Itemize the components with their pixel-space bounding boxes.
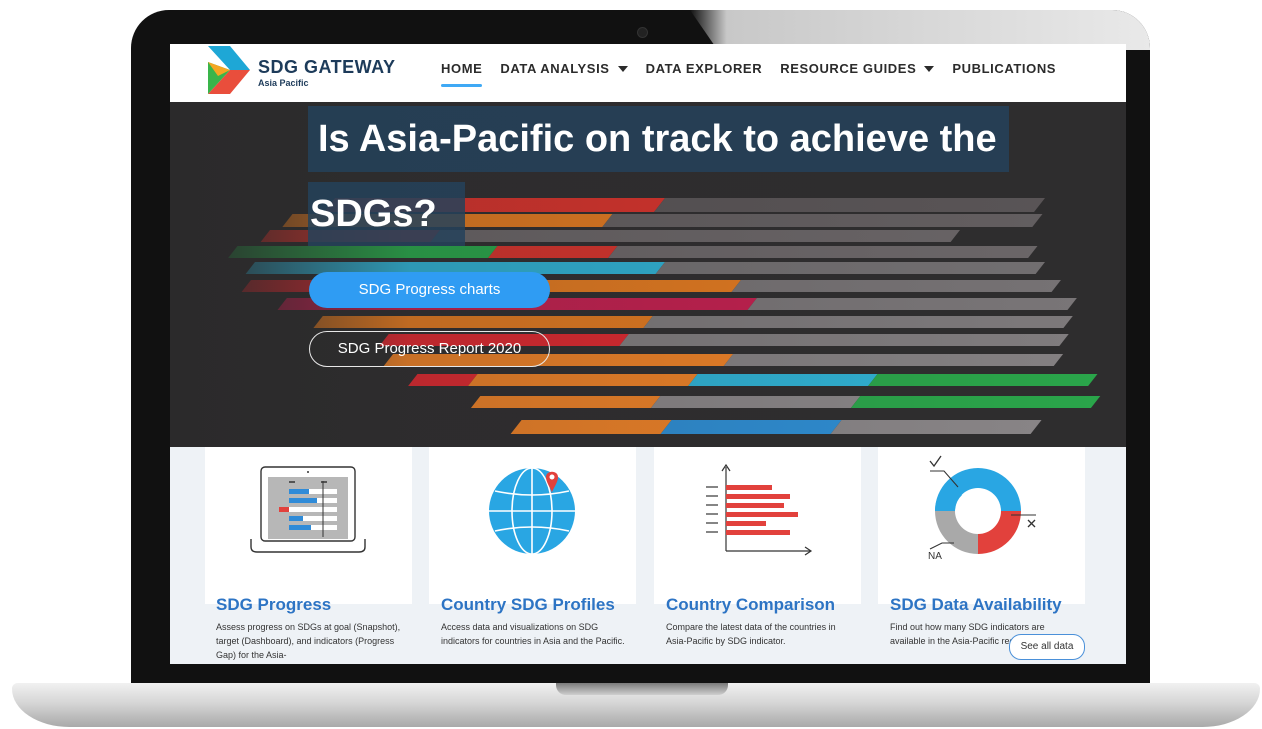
- hero-title-line-1: Is Asia-Pacific on track to achieve the: [308, 106, 1009, 172]
- sdg-gateway-logo-icon[interactable]: [208, 46, 250, 94]
- see-all-data-button[interactable]: See all data: [1009, 634, 1085, 660]
- nav-data-explorer-label: DATA EXPLORER: [645, 61, 763, 76]
- donut-chart-icon: [929, 455, 1036, 554]
- card-country-comparison[interactable]: [654, 447, 861, 604]
- nav-home[interactable]: HOME: [441, 61, 483, 87]
- nav-data-explorer[interactable]: DATA EXPLORER: [646, 61, 763, 76]
- nav-resource-guides-label: RESOURCE GUIDES: [780, 61, 917, 76]
- chevron-down-icon: [617, 65, 628, 72]
- nav-data-analysis-label: DATA ANALYSIS: [500, 61, 610, 76]
- chevron-down-icon: [924, 65, 935, 72]
- laptop-notch: [556, 683, 728, 695]
- card-sdg-progress-description: Assess progress on SDGs at goal (Snapsho…: [216, 622, 401, 660]
- sdg-progress-charts-button[interactable]: SDG Progress charts: [309, 272, 550, 308]
- card-country-sdg-profiles-description: Access data and visualizations on SDG in…: [441, 622, 625, 646]
- nav-home-label: HOME: [441, 61, 483, 76]
- nav-publications-label: PUBLICATIONS: [952, 61, 1057, 76]
- hero-title-line-2: SDGs?: [308, 182, 465, 246]
- nav-data-analysis[interactable]: DATA ANALYSIS: [500, 61, 628, 76]
- globe-pin-icon: [489, 467, 575, 555]
- donut-na-label: NA: [928, 551, 942, 562]
- card-country-sdg-profiles[interactable]: [429, 447, 636, 604]
- card-sdg-progress[interactable]: [205, 447, 412, 604]
- feature-cards: SDG Progress Assess progress on SDGs at …: [170, 447, 1126, 664]
- sdg-progress-report-button[interactable]: SDG Progress Report 2020: [309, 331, 550, 367]
- card-country-sdg-profiles-title[interactable]: Country SDG Profiles: [441, 595, 615, 615]
- laptop-bar-chart-icon: [250, 466, 366, 553]
- site-logo-subtitle: Asia Pacific: [258, 78, 309, 88]
- horizontal-bar-chart-icon: [706, 463, 813, 556]
- webcam-icon: [637, 27, 648, 38]
- card-country-comparison-description: Compare the latest data of the countries…: [666, 622, 836, 646]
- site-header: SDG GATEWAY Asia Pacific HOME DATA ANALY…: [170, 44, 1126, 102]
- card-sdg-data-availability-title[interactable]: SDG Data Availability: [890, 595, 1062, 615]
- card-country-comparison-title[interactable]: Country Comparison: [666, 595, 835, 615]
- card-sdg-progress-title[interactable]: SDG Progress: [216, 595, 331, 615]
- nav-publications[interactable]: PUBLICATIONS: [952, 61, 1056, 76]
- hero-banner: Is Asia-Pacific on track to achieve the …: [170, 102, 1126, 447]
- website-screen: SDG GATEWAY Asia Pacific HOME DATA ANALY…: [170, 44, 1126, 664]
- main-nav: HOME DATA ANALYSIS DATA EXPLORER RESOURC…: [441, 61, 1074, 87]
- card-sdg-data-availability[interactable]: NA: [878, 447, 1085, 604]
- nav-resource-guides[interactable]: RESOURCE GUIDES: [780, 61, 935, 76]
- site-logo-title[interactable]: SDG GATEWAY: [258, 57, 396, 78]
